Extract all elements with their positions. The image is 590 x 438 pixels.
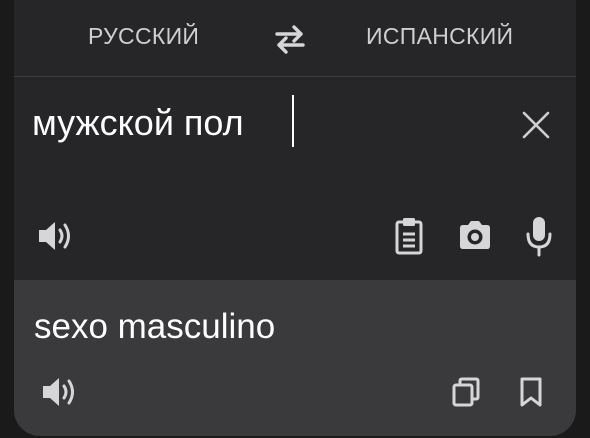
source-text-input[interactable]: мужской пол (32, 101, 244, 145)
swap-arrows-icon (275, 25, 305, 54)
source-text-area[interactable]: мужской пол (14, 77, 576, 280)
language-bar: РУССКИЙ ИСПАНСКИЙ (14, 0, 576, 77)
camera-icon (460, 221, 490, 249)
listen-source-button[interactable] (36, 219, 76, 253)
listen-translation-button[interactable] (40, 375, 80, 409)
copy-icon (452, 377, 480, 407)
clipboard-icon (395, 218, 423, 255)
microphone-icon (526, 217, 552, 257)
speaker-icon (43, 378, 74, 406)
paste-button[interactable] (394, 216, 424, 256)
close-icon (522, 111, 550, 139)
swap-languages-button[interactable] (273, 24, 307, 54)
bookmark-icon (520, 377, 542, 407)
copy-button[interactable] (451, 376, 481, 408)
source-language-button[interactable]: РУССКИЙ (88, 22, 199, 50)
clear-button[interactable] (520, 109, 552, 141)
speaker-icon (39, 222, 70, 250)
text-caret (292, 95, 294, 147)
voice-input-button[interactable] (526, 215, 552, 257)
translator-card: РУССКИЙ ИСПАНСКИЙ мужской пол sexo mascu… (14, 0, 576, 436)
target-language-button[interactable]: ИСПАНСКИЙ (366, 22, 513, 50)
translation-panel: sexo masculino (14, 280, 576, 436)
bookmark-button[interactable] (519, 376, 543, 408)
camera-button[interactable] (457, 219, 493, 251)
translation-text: sexo masculino (34, 307, 276, 346)
